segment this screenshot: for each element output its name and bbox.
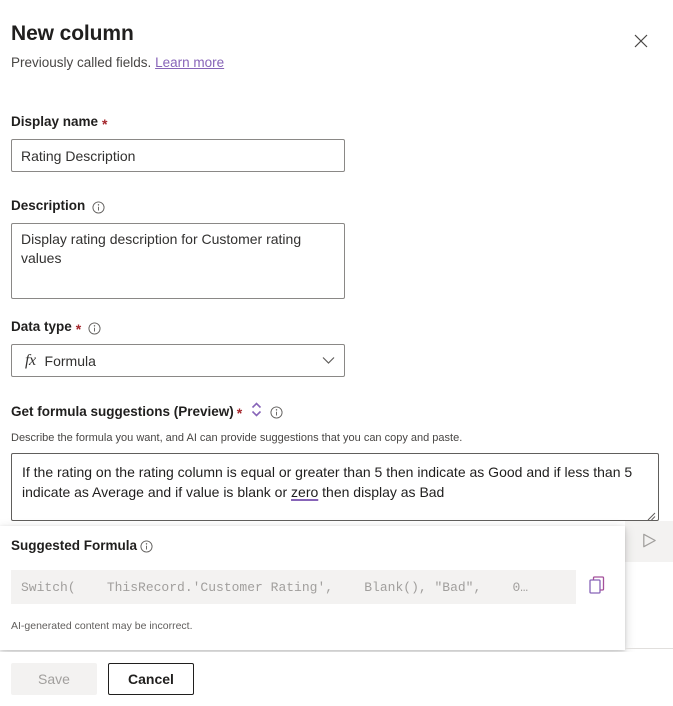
send-prompt-button[interactable] <box>625 521 673 562</box>
prompt-text-part2: then display as Bad <box>318 484 444 500</box>
copy-icon <box>589 576 608 599</box>
panel-header: New column Previously called fields. Lea… <box>11 20 662 73</box>
data-type-label: Data type * <box>11 318 345 336</box>
display-name-label-text: Display name <box>11 113 98 131</box>
required-asterisk: * <box>102 119 107 129</box>
display-name-field-group: Display name * <box>11 113 345 172</box>
send-icon <box>640 531 659 553</box>
chevron-down-icon <box>322 352 335 370</box>
panel-footer: Save Cancel <box>0 652 673 706</box>
prompt-spellcheck-word: zero <box>291 484 318 500</box>
description-textarea[interactable] <box>11 223 345 299</box>
data-type-selected-value: Formula <box>45 353 313 369</box>
info-icon[interactable] <box>140 540 153 553</box>
suggested-formula-header: Suggested Formula <box>11 538 153 553</box>
page-title: New column <box>11 20 662 48</box>
info-icon[interactable] <box>92 201 105 214</box>
formula-suggestions-header: Get formula suggestions (Preview) * <box>11 402 283 420</box>
formula-prompt-wrapper: If the rating on the rating column is eq… <box>11 453 659 521</box>
copy-formula-button[interactable] <box>582 570 614 604</box>
info-icon[interactable] <box>88 322 101 335</box>
data-type-field-group: Data type * fx Formula <box>11 318 345 377</box>
formula-suggestions-hint: Describe the formula you want, and AI ca… <box>11 430 462 446</box>
info-icon[interactable] <box>270 406 283 419</box>
data-type-label-text: Data type <box>11 318 72 336</box>
fx-icon: fx <box>25 352 36 370</box>
chevron-up-down-icon <box>251 402 262 420</box>
data-type-dropdown[interactable]: fx Formula <box>11 344 345 377</box>
new-column-panel: New column Previously called fields. Lea… <box>0 0 673 706</box>
suggested-formula-text[interactable]: Switch( ThisRecord.'Customer Rating', Bl… <box>11 570 576 604</box>
close-icon <box>634 34 648 48</box>
ai-disclaimer: AI-generated content may be incorrect. <box>11 620 193 632</box>
suggested-formula-flyout: Suggested Formula Switch( ThisRecord.'Cu… <box>0 526 625 650</box>
suggested-formula-title: Suggested Formula <box>11 538 137 553</box>
cancel-button[interactable]: Cancel <box>108 663 194 695</box>
display-name-label: Display name * <box>11 113 345 131</box>
panel-subtitle: Previously called fields. Learn more <box>11 53 662 73</box>
required-asterisk: * <box>76 324 81 334</box>
formula-suggestions-title: Get formula suggestions (Preview) <box>11 404 234 419</box>
textarea-resize-grip[interactable] <box>645 508 656 519</box>
formula-prompt-input[interactable]: If the rating on the rating column is eq… <box>11 453 659 521</box>
footer-divider <box>625 648 673 649</box>
required-asterisk: * <box>237 408 242 418</box>
formula-suggestions-toggle[interactable] <box>249 402 264 420</box>
display-name-input[interactable] <box>11 139 345 172</box>
description-label-text: Description <box>11 197 85 215</box>
subtitle-text: Previously called fields. <box>11 55 151 70</box>
close-button[interactable] <box>626 26 656 56</box>
description-label: Description <box>11 197 345 215</box>
learn-more-link[interactable]: Learn more <box>155 55 224 70</box>
suggested-formula-row: Switch( ThisRecord.'Customer Rating', Bl… <box>11 570 614 604</box>
description-field-group: Description <box>11 197 345 304</box>
save-button[interactable]: Save <box>11 663 97 695</box>
